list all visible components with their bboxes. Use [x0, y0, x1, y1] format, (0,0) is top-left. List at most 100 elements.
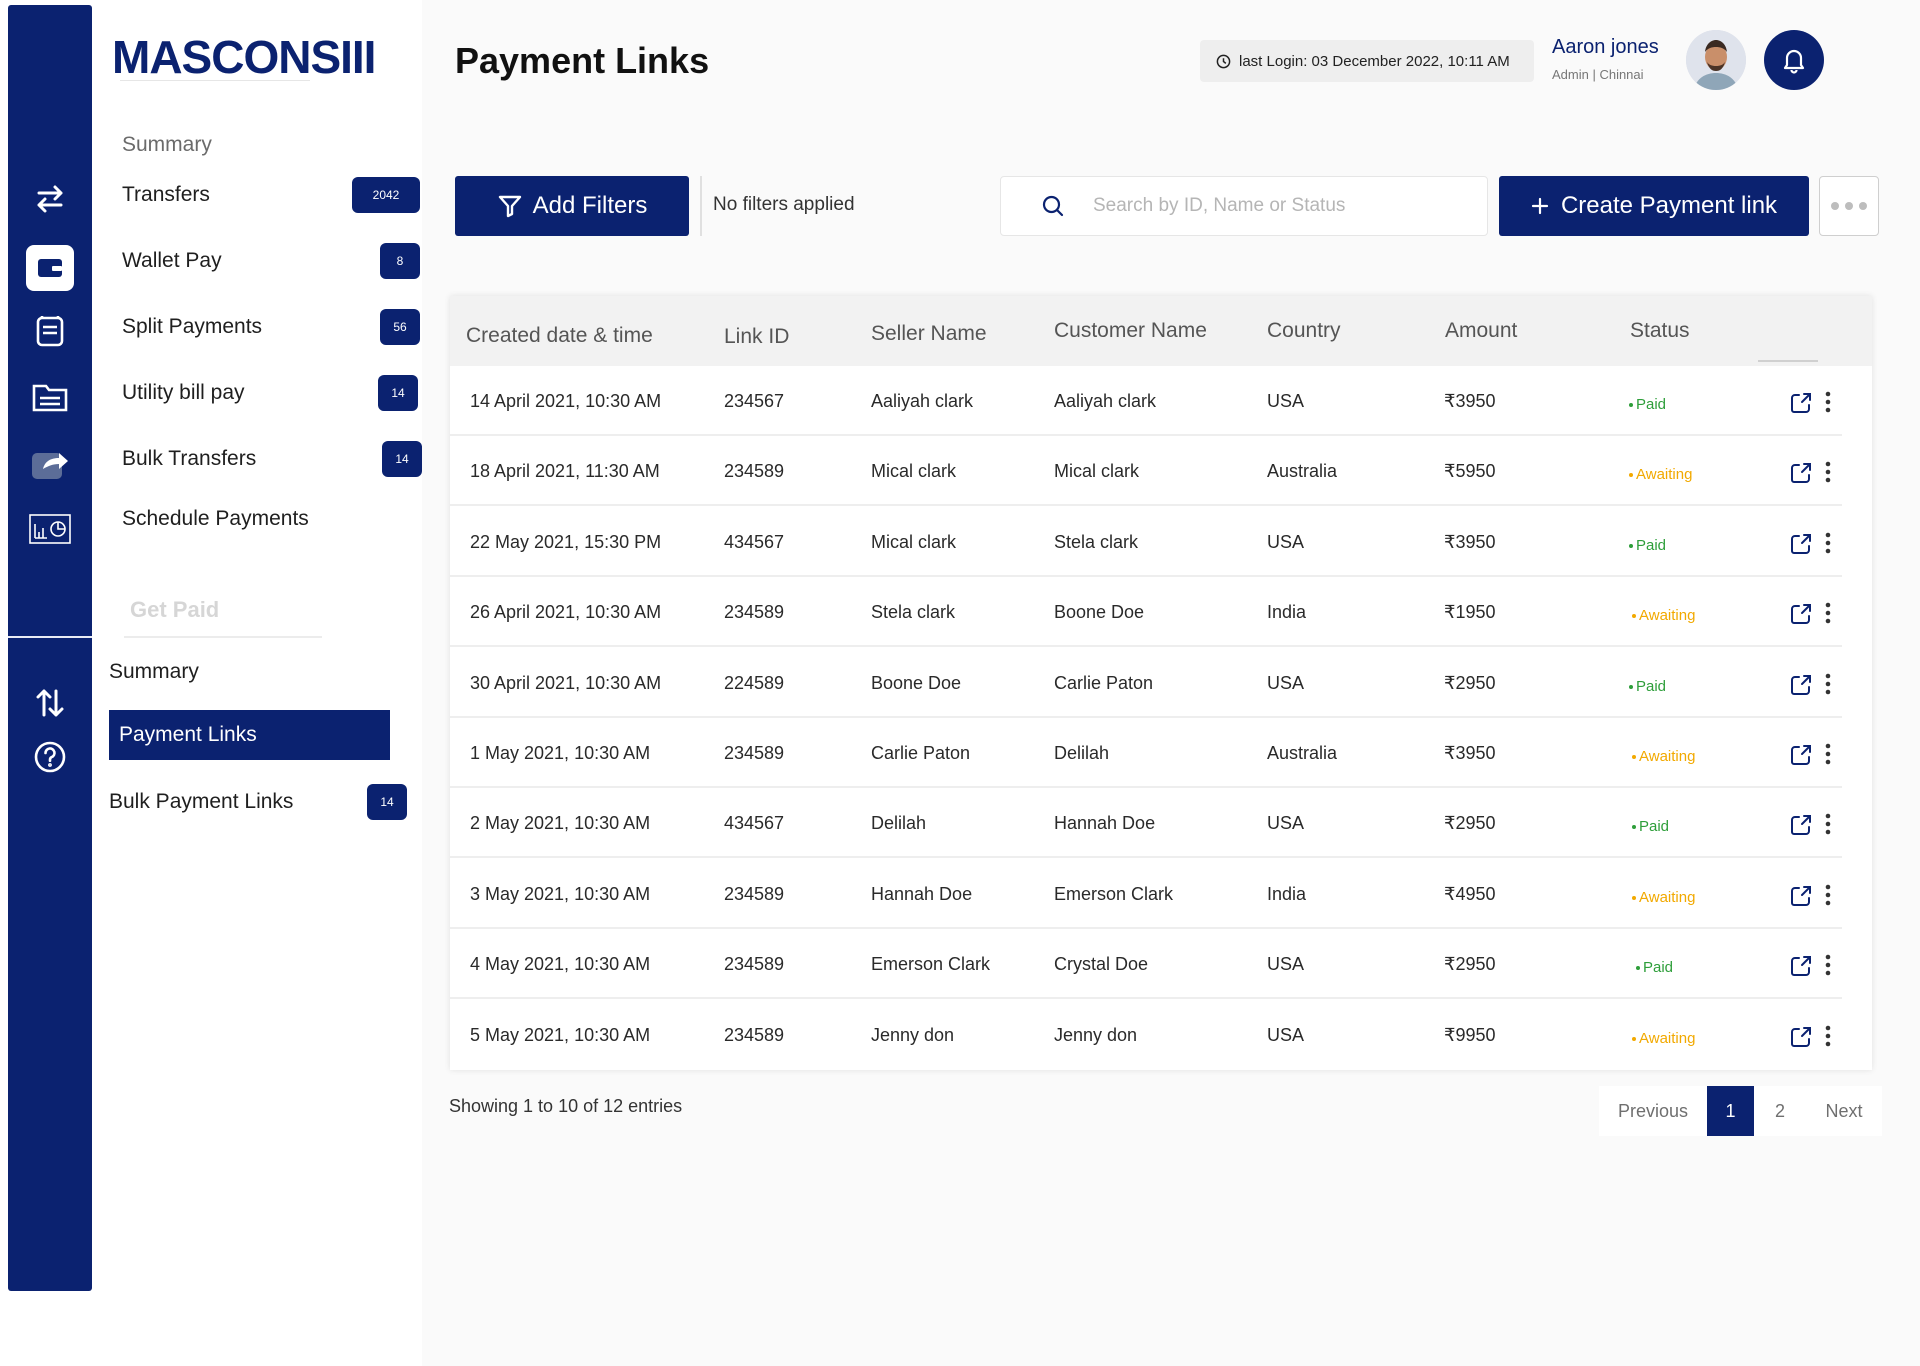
help-icon[interactable]: [8, 735, 92, 779]
filter-icon: [498, 195, 521, 218]
sidebar-item-bulk-transfers[interactable]: Bulk Transfers 14: [122, 439, 422, 479]
table-row[interactable]: 5 May 2021, 10:30 AM 234589 Jenny don Jenny…: [450, 1000, 1872, 1070]
share-link-icon[interactable]: [1789, 532, 1813, 561]
table-row[interactable]: 18 April 2021, 11:30 AM 234589 Mical clark…: [450, 436, 1872, 507]
cell-seller: Aaliyah clark: [871, 391, 974, 411]
transfer-arrows-icon[interactable]: [8, 177, 92, 221]
share-link-icon[interactable]: [1789, 884, 1813, 913]
more-vertical-icon[interactable]: [1824, 742, 1832, 771]
table-row[interactable]: 22 May 2021, 15:30 PM 434567 Mical clark St…: [450, 507, 1872, 577]
table-row[interactable]: 26 April 2021, 10:30 AM 234589 Stela clark…: [450, 577, 1872, 648]
more-vertical-icon[interactable]: [1824, 953, 1832, 982]
cell-link-id: 234589: [724, 1024, 785, 1045]
cell-customer: Stela clark: [1054, 531, 1139, 552]
status-text: Awaiting: [1639, 1029, 1696, 1047]
share-link-icon[interactable]: [1789, 673, 1813, 702]
status-text: Paid: [1636, 677, 1667, 695]
status-dot: [1632, 1036, 1636, 1041]
cell-amount: ₹3950: [1444, 743, 1496, 763]
share-link-icon[interactable]: [1789, 954, 1813, 983]
table-row[interactable]: 2 May 2021, 10:30 AM 434567 Delilah Hannah …: [450, 788, 1872, 859]
share-link-icon[interactable]: [1789, 1025, 1813, 1054]
create-payment-link-label: Create Payment link: [1560, 192, 1778, 219]
create-payment-link-button[interactable]: Create Payment link: [1499, 176, 1809, 236]
sidebar-item-label: Summary: [109, 660, 199, 683]
column-header-link-id[interactable]: Link ID: [724, 325, 789, 349]
cell-customer: Crystal Doe: [1054, 954, 1149, 975]
sidebar-item-transfers[interactable]: Transfers 2042: [122, 175, 422, 215]
more-vertical-icon[interactable]: [1824, 390, 1832, 419]
cell-amount: ₹4950: [1444, 883, 1496, 904]
more-vertical-icon[interactable]: [1824, 460, 1832, 489]
page-1-button[interactable]: 1: [1707, 1086, 1754, 1136]
table-header: Created date & time Link ID Seller Name …: [450, 296, 1872, 366]
search-box[interactable]: [1000, 176, 1488, 236]
folder-icon[interactable]: [8, 375, 92, 419]
share-link-icon[interactable]: [1789, 461, 1813, 490]
page-2-button[interactable]: 2: [1754, 1086, 1806, 1136]
more-vertical-icon[interactable]: [1824, 812, 1832, 841]
table-row[interactable]: 1 May 2021, 10:30 AM 234589 Carlie Paton De…: [450, 718, 1872, 788]
status-dot: [1632, 755, 1636, 760]
more-vertical-icon[interactable]: [1824, 1024, 1832, 1053]
wallet-icon[interactable]: [26, 245, 74, 291]
main-content: Payment Links last Login: 03 December 20…: [422, 0, 1920, 1366]
cell-created: 5 May 2021, 10:30 AM: [470, 1024, 651, 1045]
previous-page-button[interactable]: Previous: [1599, 1086, 1707, 1136]
sidebar-item-summary[interactable]: Summary: [109, 652, 409, 692]
sidebar-item-wallet-pay[interactable]: Wallet Pay 8: [122, 241, 422, 281]
more-options-button[interactable]: [1819, 176, 1879, 236]
cell-created: 4 May 2021, 10:30 AM: [470, 954, 651, 975]
sidebar-item-label: Wallet Pay: [122, 249, 222, 272]
more-vertical-icon[interactable]: [1824, 672, 1832, 701]
next-page-button[interactable]: Next: [1806, 1086, 1882, 1136]
share-link-icon[interactable]: [1789, 743, 1813, 772]
column-header-country[interactable]: Country: [1267, 319, 1341, 343]
status-dot: [1632, 895, 1636, 900]
cell-country: USA: [1267, 954, 1305, 975]
status-text: Awaiting: [1639, 607, 1696, 625]
sidebar-item-bulk-payment-links[interactable]: Bulk Payment Links 14: [109, 782, 407, 822]
more-vertical-icon[interactable]: [1824, 531, 1832, 560]
count-badge: 14: [378, 375, 418, 411]
section-summary: Summary: [122, 133, 212, 156]
sidebar-item-schedule-payments[interactable]: Schedule Payments: [122, 499, 422, 539]
column-header-created[interactable]: Created date & time: [466, 324, 653, 348]
cell-customer: Carlie Paton: [1054, 672, 1154, 693]
notification-bell-button[interactable]: [1764, 30, 1824, 90]
more-vertical-icon[interactable]: [1824, 883, 1832, 912]
sidebar-item-label: Bulk Payment Links: [109, 790, 294, 813]
more-vertical-icon[interactable]: [1824, 601, 1832, 630]
bell-icon: [1783, 49, 1805, 74]
bill-icon[interactable]: [8, 309, 92, 353]
dashboard-icon[interactable]: [8, 507, 92, 551]
table-row[interactable]: 14 April 2021, 10:30 AM 234567 Aaliyah cla…: [450, 366, 1872, 436]
add-filters-button[interactable]: Add Filters: [455, 176, 689, 236]
status-dot: [1629, 543, 1633, 548]
sidebar-item-utility-bill-pay[interactable]: Utility bill pay 14: [122, 373, 422, 413]
search-input[interactable]: [1093, 195, 1473, 217]
status-badge: Paid: [1632, 818, 1669, 835]
column-header-amount[interactable]: Amount: [1445, 319, 1517, 343]
column-header-status[interactable]: Status: [1630, 319, 1690, 343]
sidebar-item-label: Schedule Payments: [122, 507, 309, 530]
avatar[interactable]: [1686, 30, 1746, 90]
table-row[interactable]: 30 April 2021, 10:30 AM 224589 Boone Doe Ca…: [450, 648, 1872, 718]
user-name[interactable]: Aaron jones: [1552, 36, 1659, 59]
sidebar-item-split-payments[interactable]: Split Payments 56: [122, 307, 422, 347]
status-badge: Paid: [1629, 678, 1666, 695]
sidebar-item-payment-links[interactable]: Payment Links: [109, 710, 390, 760]
column-header-seller[interactable]: Seller Name: [871, 322, 987, 346]
share-link-icon[interactable]: [1789, 602, 1813, 631]
icon-rail: [8, 5, 92, 1291]
sort-arrows-icon[interactable]: [8, 681, 92, 725]
share-link-icon[interactable]: [1789, 391, 1813, 420]
share-icon[interactable]: [8, 441, 92, 485]
table-row[interactable]: 3 May 2021, 10:30 AM 234589 Hannah Doe Emer…: [450, 859, 1872, 929]
share-link-icon[interactable]: [1789, 813, 1813, 842]
last-login-info: last Login: 03 December 2022, 10:11 AM: [1200, 40, 1534, 82]
pagination: Previous 1 2 Next: [1599, 1086, 1882, 1136]
rail-divider: [8, 636, 92, 638]
column-header-customer[interactable]: Customer Name: [1054, 319, 1207, 343]
table-row[interactable]: 4 May 2021, 10:30 AM 234589 Emerson Clark C…: [450, 929, 1872, 1000]
